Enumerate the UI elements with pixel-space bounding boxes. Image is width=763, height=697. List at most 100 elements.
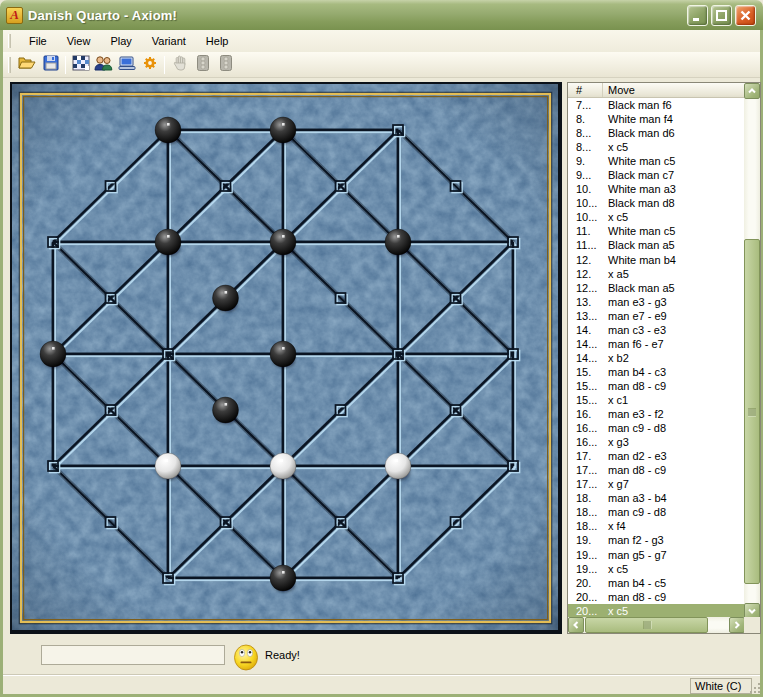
move-row[interactable]: 10...Black man d8	[568, 196, 745, 210]
move-number: 8.	[568, 112, 603, 126]
maximize-button[interactable]	[711, 5, 732, 26]
toolbar-board-button[interactable]	[69, 54, 92, 76]
move-row[interactable]: 14...x b2	[568, 351, 745, 365]
move-row[interactable]: 18.man a3 - b4	[568, 491, 745, 505]
move-row[interactable]: 13.man e3 - g3	[568, 295, 745, 309]
move-row[interactable]: 17...man d8 - c9	[568, 463, 745, 477]
resize-grip[interactable]	[748, 681, 762, 695]
toolbar-players-button[interactable]	[92, 54, 115, 76]
move-row[interactable]: 18...man c9 - d8	[568, 505, 745, 519]
move-text: x g3	[603, 435, 629, 449]
settings-icon	[141, 54, 159, 76]
move-row[interactable]: 19...x c5	[568, 562, 745, 576]
move-number: 9.	[568, 154, 603, 168]
move-row[interactable]: 8...Black man d6	[568, 126, 745, 140]
toolbar-settings-button[interactable]	[138, 54, 161, 76]
move-text: x g7	[603, 477, 629, 491]
menu-bar: FileViewPlayVariantHelp	[3, 30, 760, 52]
menu-view[interactable]: View	[57, 31, 101, 51]
scroll-up-button[interactable]	[744, 83, 760, 99]
move-row[interactable]: 9.White man c5	[568, 154, 745, 168]
move-number: 14...	[568, 337, 603, 351]
move-row[interactable]: 11.White man c5	[568, 224, 745, 238]
move-row[interactable]: 11...Black man a5	[568, 238, 745, 252]
minimize-button[interactable]	[687, 5, 708, 26]
move-row[interactable]: 20...man d8 - c9	[568, 590, 745, 604]
vertical-scrollbar[interactable]	[744, 83, 760, 619]
message-input[interactable]	[41, 645, 225, 665]
move-row[interactable]: 10.White man a3	[568, 182, 745, 196]
move-text: man e7 - e9	[603, 309, 667, 323]
move-number: 10.	[568, 182, 603, 196]
move-number: 12.	[568, 253, 603, 267]
move-row[interactable]: 15...man d8 - c9	[568, 379, 745, 393]
traffic-light-2-icon	[218, 54, 234, 76]
move-number: 16...	[568, 421, 603, 435]
toolbar-save-button[interactable]	[39, 54, 62, 76]
move-row[interactable]: 16...man c9 - d8	[568, 421, 745, 435]
move-row[interactable]: 14.man c3 - e3	[568, 323, 745, 337]
scrollbar-corner	[744, 617, 760, 633]
move-row[interactable]: 12...Black man a5	[568, 281, 745, 295]
move-text: man f6 - e7	[603, 337, 664, 351]
move-row[interactable]: 15.man b4 - c3	[568, 365, 745, 379]
move-row[interactable]: 8...x c5	[568, 140, 745, 154]
close-button[interactable]	[735, 5, 756, 26]
toolbar-separator	[65, 56, 66, 74]
move-list: # Move 7...Black man f68.White man f48..…	[567, 82, 761, 634]
board-icon	[72, 54, 90, 76]
menu-help[interactable]: Help	[196, 31, 239, 51]
move-row[interactable]: 15...x c1	[568, 393, 745, 407]
move-row[interactable]: 9...Black man c7	[568, 168, 745, 182]
move-number: 15.	[568, 365, 603, 379]
move-row[interactable]: 12.White man b4	[568, 253, 745, 267]
toolbar-separator	[164, 56, 165, 74]
menu-gripper	[8, 34, 11, 48]
window-title: Danish Quarto - Axiom!	[28, 8, 177, 23]
menu-variant[interactable]: Variant	[142, 31, 196, 51]
scroll-left-button[interactable]	[568, 617, 584, 633]
move-row[interactable]: 19...man g5 - g7	[568, 548, 745, 562]
vertical-scroll-thumb[interactable]	[744, 239, 760, 584]
scroll-right-button[interactable]	[729, 617, 745, 633]
toolbar-open-button[interactable]	[16, 54, 39, 76]
move-number: 16.	[568, 407, 603, 421]
toolbar-traffic-light-1-button[interactable]	[191, 54, 214, 76]
move-row[interactable]: 20.man b4 - c5	[568, 576, 745, 590]
menu-file[interactable]: File	[19, 31, 57, 51]
horizontal-scroll-thumb[interactable]	[585, 617, 708, 633]
move-row[interactable]: 18...x f4	[568, 519, 745, 533]
move-row[interactable]: 10...x c5	[568, 210, 745, 224]
game-board[interactable]	[10, 82, 562, 634]
move-text: man d8 - c9	[603, 463, 666, 477]
move-row[interactable]: 17.man d2 - e3	[568, 449, 745, 463]
toolbar-traffic-light-2-button[interactable]	[214, 54, 237, 76]
column-header-move[interactable]: Move	[603, 83, 760, 97]
move-row[interactable]: 16.man e3 - f2	[568, 407, 745, 421]
move-number: 17.	[568, 449, 603, 463]
move-row[interactable]: 20...x c5	[568, 604, 745, 618]
status-bar: White (C)	[3, 674, 760, 694]
move-text: White man a3	[603, 182, 676, 196]
move-list-header[interactable]: # Move	[568, 83, 760, 98]
toolbar-computer-button[interactable]	[115, 54, 138, 76]
move-row[interactable]: 19.man f2 - g3	[568, 533, 745, 547]
move-row[interactable]: 17...x g7	[568, 477, 745, 491]
move-row[interactable]: 7...Black man f6	[568, 98, 745, 112]
open-icon	[18, 54, 37, 76]
move-row[interactable]: 16...x g3	[568, 435, 745, 449]
move-row[interactable]: 14...man f6 - e7	[568, 337, 745, 351]
move-number: 8...	[568, 140, 603, 154]
horizontal-scrollbar[interactable]	[568, 617, 745, 633]
move-number: 13...	[568, 309, 603, 323]
toolbar-hand-button[interactable]	[168, 54, 191, 76]
move-row[interactable]: 12.x a5	[568, 267, 745, 281]
column-header-number[interactable]: #	[568, 83, 603, 97]
move-row[interactable]: 13...man e7 - e9	[568, 309, 745, 323]
status-message: Ready!	[265, 649, 300, 661]
move-text: man f2 - g3	[603, 533, 664, 547]
menu-play[interactable]: Play	[100, 31, 141, 51]
move-text: Black man c7	[603, 168, 674, 182]
move-row[interactable]: 8.White man f4	[568, 112, 745, 126]
move-text: man d2 - e3	[603, 449, 667, 463]
